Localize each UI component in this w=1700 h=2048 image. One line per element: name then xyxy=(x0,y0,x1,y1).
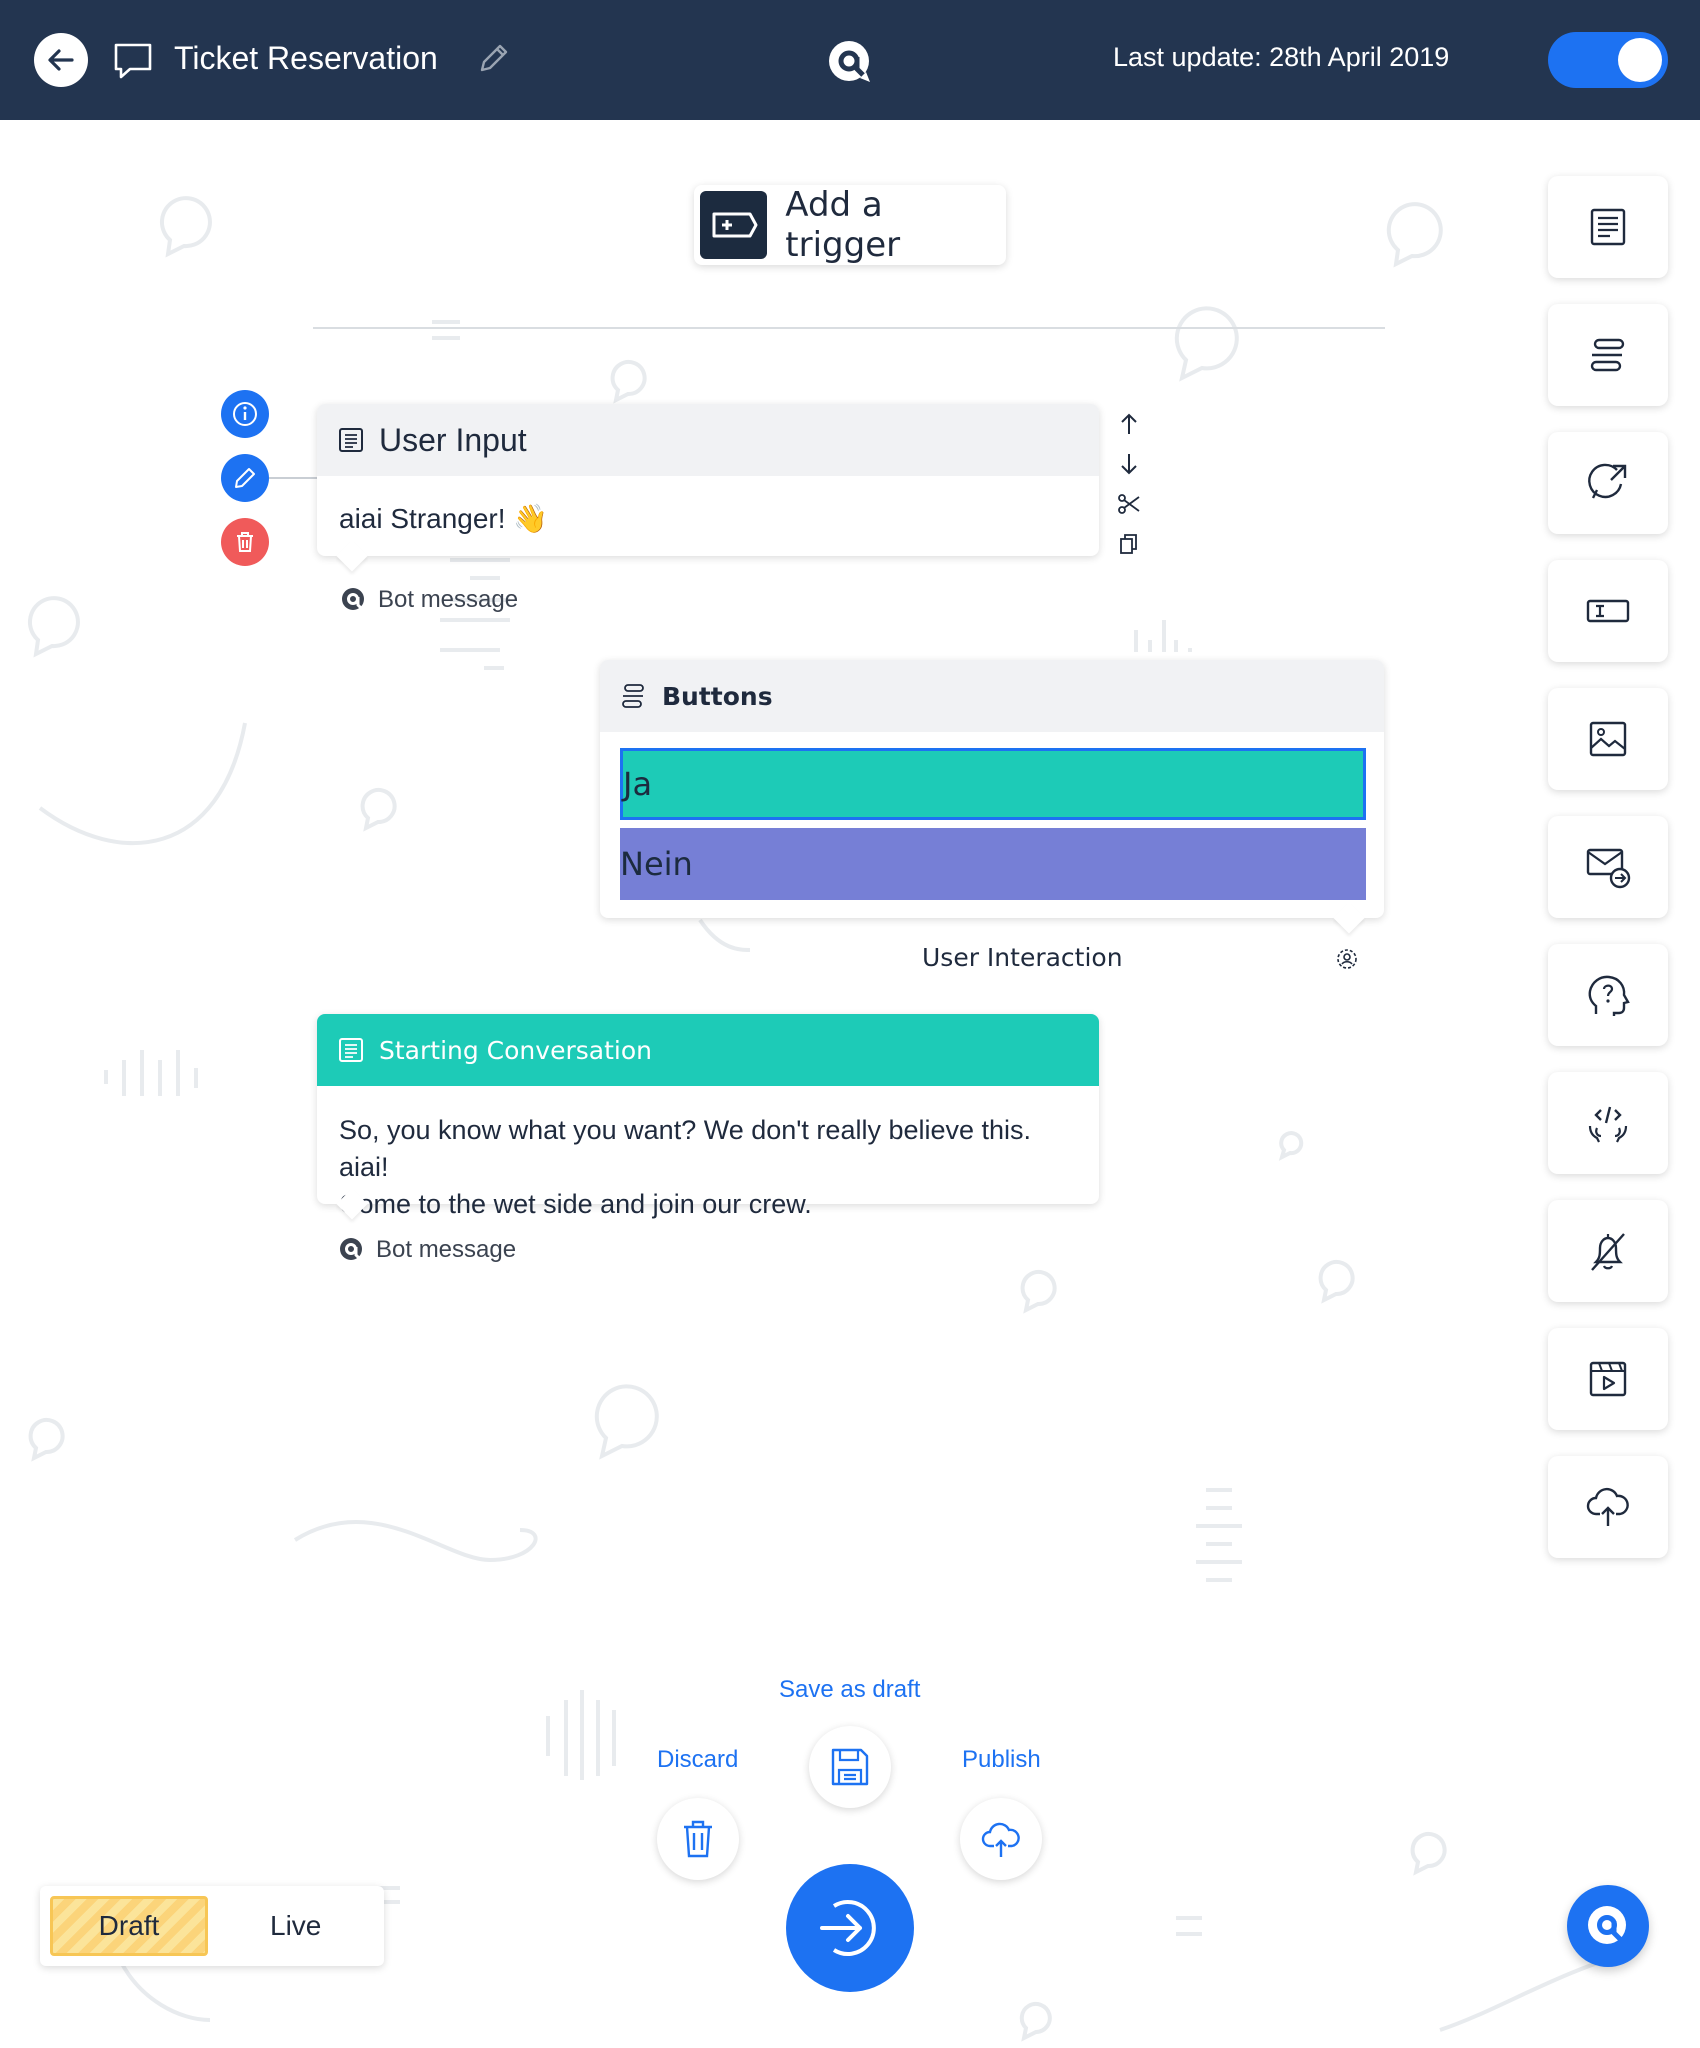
tool-help[interactable] xyxy=(1548,944,1668,1046)
bot-logo-icon xyxy=(340,1238,363,1262)
code-hands-icon xyxy=(1588,1106,1628,1143)
tool-text-block[interactable] xyxy=(1548,176,1668,278)
move-up-button[interactable] xyxy=(1114,404,1144,444)
user-input-title: User Input xyxy=(379,421,527,458)
mail-forward-icon xyxy=(1586,848,1631,889)
trash-icon xyxy=(684,1820,712,1858)
text-block-icon xyxy=(339,428,363,452)
publish-button[interactable] xyxy=(960,1798,1042,1880)
message-line-2: Come to the wet side and join our crew. xyxy=(339,1189,812,1219)
buttons-icon xyxy=(1590,338,1625,372)
caption-text: Bot message xyxy=(376,1236,517,1263)
add-trigger-label: Add a trigger xyxy=(785,185,901,265)
user-input-card[interactable]: User Input aiai Stranger! 👋 xyxy=(317,404,1099,572)
arrow-down-icon xyxy=(1121,454,1137,475)
user-input-card-header: User Input xyxy=(317,404,1099,476)
cloud-upload-icon xyxy=(981,1822,1020,1857)
delete-block-button[interactable] xyxy=(221,518,269,566)
tool-buttons[interactable] xyxy=(1548,304,1668,406)
trash-icon xyxy=(237,532,253,552)
cloud-upload-icon xyxy=(1586,1487,1629,1526)
info-button[interactable] xyxy=(221,390,269,438)
users-gear-icon xyxy=(1337,949,1357,969)
brand-logo-icon xyxy=(1588,1906,1626,1944)
starting-card-message: So, you know what you want? We don't rea… xyxy=(317,1086,1099,1249)
floppy-disk-icon xyxy=(831,1748,869,1786)
tool-notification-off[interactable] xyxy=(1548,1200,1668,1302)
connector-line xyxy=(269,477,317,479)
buttons-title: Buttons xyxy=(662,681,773,711)
help-head-icon xyxy=(1588,975,1630,1016)
caption-text: Bot message xyxy=(378,586,519,613)
chat-reply-icon xyxy=(1588,463,1627,499)
user-input-message: aiai Stranger! 👋 xyxy=(339,503,549,534)
starting-card-caption: Bot message xyxy=(338,1236,516,1264)
user-input-caption: Bot message xyxy=(340,586,518,614)
option-button-ja[interactable]: Ja xyxy=(620,748,1366,820)
option-button-nein[interactable]: Nein xyxy=(620,828,1366,900)
arrow-up-icon xyxy=(1121,413,1137,434)
trigger-badge-icon xyxy=(700,191,768,259)
starting-card-header: Starting Conversation xyxy=(317,1014,1099,1086)
buttons-card[interactable]: Buttons Ja Nein xyxy=(600,660,1384,934)
save-draft-button[interactable] xyxy=(809,1726,891,1808)
publish-label[interactable]: Publish xyxy=(962,1746,1041,1774)
tool-chat-reply[interactable] xyxy=(1548,432,1668,534)
tool-cloud-upload[interactable] xyxy=(1548,1456,1668,1558)
divider xyxy=(313,327,1385,329)
discard-label[interactable]: Discard xyxy=(657,1746,738,1774)
assistant-button[interactable] xyxy=(1567,1885,1649,1967)
text-block-icon xyxy=(1590,208,1626,246)
mode-switch: Draft Live xyxy=(40,1886,384,1966)
starting-conversation-card[interactable]: Starting Conversation So, you know what … xyxy=(317,1014,1099,1220)
notification-off-icon xyxy=(1591,1233,1625,1271)
mode-live-tab[interactable]: Live xyxy=(270,1910,321,1942)
buttons-card-header: Buttons xyxy=(600,660,1384,732)
user-interaction-caption: User Interaction xyxy=(922,943,1123,972)
open-actions-button[interactable] xyxy=(786,1864,914,1992)
starting-card-title: Starting Conversation xyxy=(379,1035,652,1065)
cut-button[interactable] xyxy=(1114,484,1144,524)
save-draft-label[interactable]: Save as draft xyxy=(779,1676,920,1704)
move-down-button[interactable] xyxy=(1114,444,1144,484)
add-trigger-button[interactable]: Add a trigger xyxy=(694,185,1006,265)
tool-mail-forward[interactable] xyxy=(1548,816,1668,918)
discard-button[interactable] xyxy=(657,1798,739,1880)
mode-draft-tab[interactable]: Draft xyxy=(50,1896,208,1956)
message-line-1: So, you know what you want? We don't rea… xyxy=(339,1115,1032,1182)
scissors-icon xyxy=(1118,494,1140,514)
copy-icon xyxy=(1120,534,1137,554)
input-field-icon xyxy=(1586,599,1630,623)
tool-video[interactable] xyxy=(1548,1328,1668,1430)
tool-image[interactable] xyxy=(1548,688,1668,790)
image-icon xyxy=(1589,721,1627,757)
copy-button[interactable] xyxy=(1114,524,1144,564)
video-icon xyxy=(1589,1361,1627,1397)
info-icon xyxy=(233,402,257,426)
bot-logo-icon xyxy=(342,588,365,612)
block-actions xyxy=(1114,404,1144,564)
text-block-icon xyxy=(339,1038,363,1062)
edit-block-button[interactable] xyxy=(221,454,269,502)
tool-code[interactable] xyxy=(1548,1072,1668,1174)
enter-arrow-icon xyxy=(820,1900,876,1956)
pencil-icon xyxy=(235,468,255,488)
buttons-icon xyxy=(622,684,644,708)
tool-input-field[interactable] xyxy=(1548,560,1668,662)
